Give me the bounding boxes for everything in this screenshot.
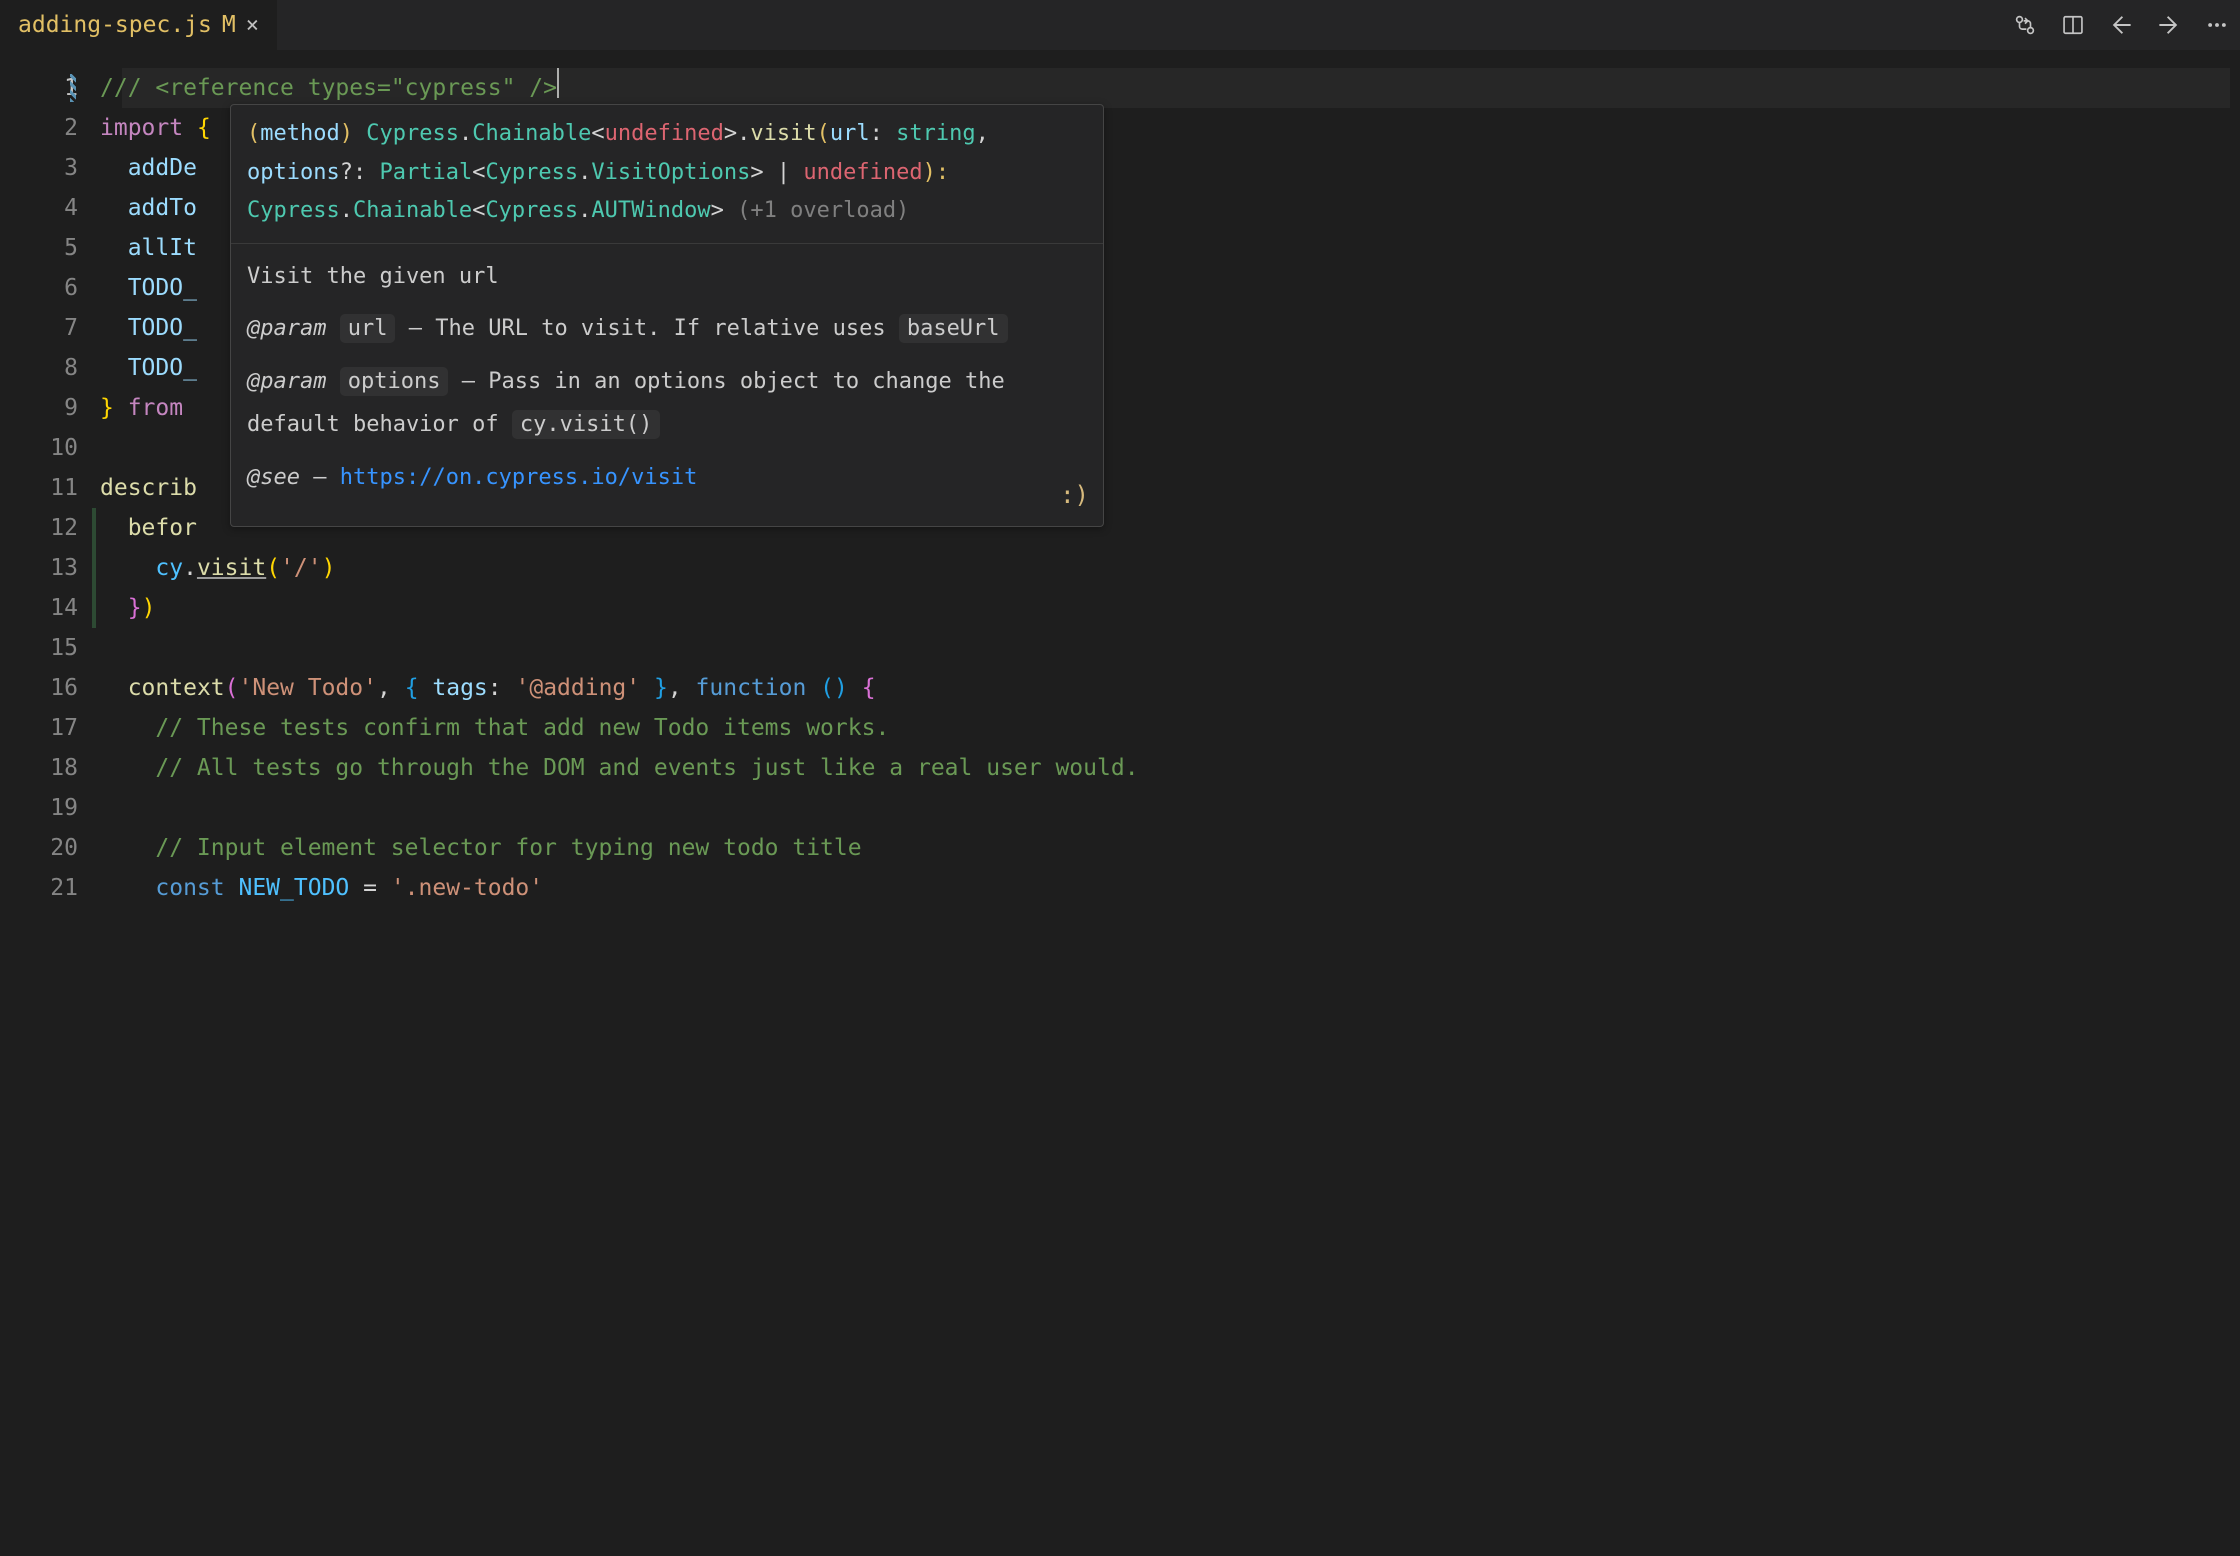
- code-line: // Input element selector for typing new…: [100, 828, 2240, 868]
- nav-back-icon[interactable]: [2110, 14, 2132, 36]
- code-line: const NEW_TODO = '.new-todo': [100, 868, 2240, 908]
- hover-param: @param url — The URL to visit. If relati…: [247, 308, 1087, 351]
- hover-badge: :): [1060, 474, 1089, 516]
- tab-bar: adding-spec.js M ×: [0, 0, 2240, 50]
- editor-area[interactable]: 1 2345 6789 10111213 14151617 18192021 /…: [0, 50, 2240, 1556]
- hover-see: @see — https://on.cypress.io/visit: [247, 457, 1087, 500]
- tab-filename: adding-spec.js: [18, 12, 212, 38]
- more-actions-icon[interactable]: [2206, 14, 2228, 36]
- split-editor-icon[interactable]: [2062, 14, 2084, 36]
- doc-link[interactable]: https://on.cypress.io/visit: [340, 465, 698, 490]
- hover-param: @param options — Pass in an options obje…: [247, 361, 1087, 447]
- code-line: }): [100, 588, 2240, 628]
- compare-changes-icon[interactable]: [2014, 14, 2036, 36]
- tab-modified-indicator: M: [222, 12, 236, 38]
- code-line: [100, 628, 2240, 668]
- code-line: // These tests confirm that add new Todo…: [100, 708, 2240, 748]
- close-icon[interactable]: ×: [246, 13, 259, 38]
- line-number-gutter: 1 2345 6789 10111213 14151617 18192021: [0, 50, 100, 1556]
- code-line: cy.visit('/'): [100, 548, 2240, 588]
- hover-desc: Visit the given url: [247, 256, 1087, 299]
- hover-documentation: Visit the given url @param url — The URL…: [231, 244, 1103, 526]
- nav-forward-icon[interactable]: [2158, 14, 2180, 36]
- code-line: // All tests go through the DOM and even…: [100, 748, 2240, 788]
- code-line: context('New Todo', { tags: '@adding' },…: [100, 668, 2240, 708]
- code-line: [100, 788, 2240, 828]
- text-cursor: [557, 68, 559, 98]
- hover-signature: (method) Cypress.Chainable<undefined>.vi…: [231, 105, 1103, 244]
- code-line: /// <reference types="cypress" />: [100, 68, 2240, 108]
- tab-file[interactable]: adding-spec.js M ×: [0, 0, 277, 50]
- hover-tooltip: (method) Cypress.Chainable<undefined>.vi…: [230, 104, 1104, 527]
